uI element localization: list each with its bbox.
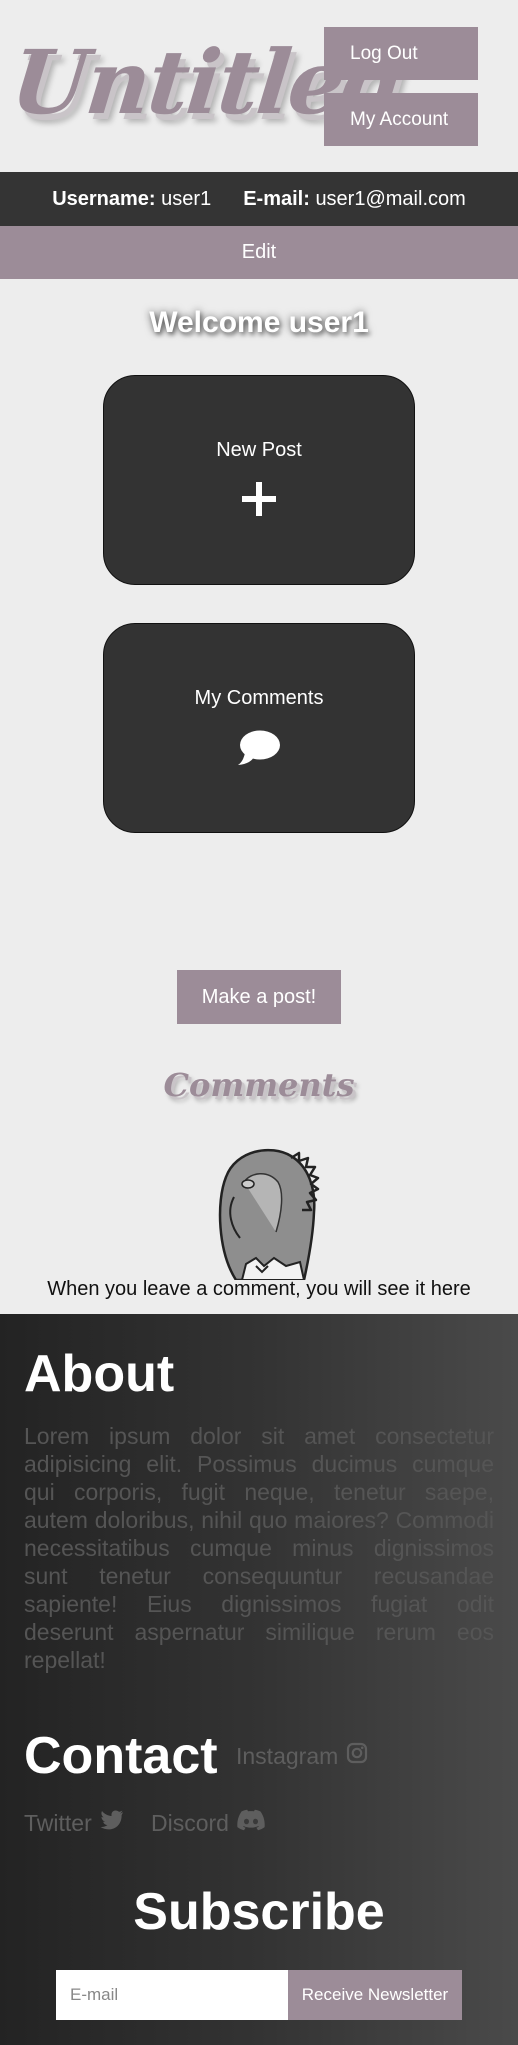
instagram-icon xyxy=(346,1742,368,1770)
welcome-heading: Welcome user1 xyxy=(149,306,369,339)
new-post-label: New Post xyxy=(216,439,302,461)
discord-label: Discord xyxy=(151,1809,229,1836)
new-post-card[interactable]: New Post xyxy=(103,375,415,585)
contact-heading: Contact xyxy=(24,1727,218,1785)
logout-button[interactable]: Log Out xyxy=(324,27,478,80)
username-value: user1 xyxy=(161,187,212,210)
twitter-icon xyxy=(100,1809,124,1837)
make-post-button[interactable]: Make a post! xyxy=(177,970,341,1024)
site-header: Untitled Log Out My Account xyxy=(0,0,518,172)
site-footer: About Lorem ipsum dolor sit amet consect… xyxy=(0,1314,518,2045)
username-label: Username: xyxy=(52,187,156,210)
my-comments-label: My Comments xyxy=(194,687,324,709)
receive-newsletter-button[interactable]: Receive Newsletter xyxy=(288,1970,462,2020)
comment-icon xyxy=(237,729,281,772)
empty-comments-message: When you leave a comment, you will see i… xyxy=(47,1278,471,1300)
email-value: user1@mail.com xyxy=(315,187,466,210)
subscribe-heading: Subscribe xyxy=(133,1883,385,1941)
newsletter-email-input[interactable] xyxy=(56,1970,288,2020)
about-heading: About xyxy=(24,1345,175,1403)
twitter-label: Twitter xyxy=(24,1809,92,1836)
mascot-illustration xyxy=(196,1142,330,1282)
instagram-label: Instagram xyxy=(236,1742,339,1769)
email-label: E-mail: xyxy=(243,187,310,210)
instagram-link[interactable]: Instagram xyxy=(236,1742,368,1770)
discord-link[interactable]: Discord xyxy=(151,1809,265,1837)
username-info: Username: user1 xyxy=(52,188,211,211)
about-text: Lorem ipsum dolor sit amet consectetur a… xyxy=(24,1423,494,1673)
plus-icon xyxy=(241,481,277,522)
my-account-button[interactable]: My Account xyxy=(324,93,478,146)
twitter-link[interactable]: Twitter xyxy=(24,1809,124,1837)
email-info: E-mail: user1@mail.com xyxy=(243,188,466,211)
my-comments-card[interactable]: My Comments xyxy=(103,623,415,833)
user-info-bar: Username: user1 E-mail: user1@mail.com xyxy=(0,172,518,226)
discord-icon xyxy=(237,1809,265,1837)
comments-heading: Comments xyxy=(163,1066,355,1104)
edit-profile-button[interactable]: Edit xyxy=(0,226,518,279)
